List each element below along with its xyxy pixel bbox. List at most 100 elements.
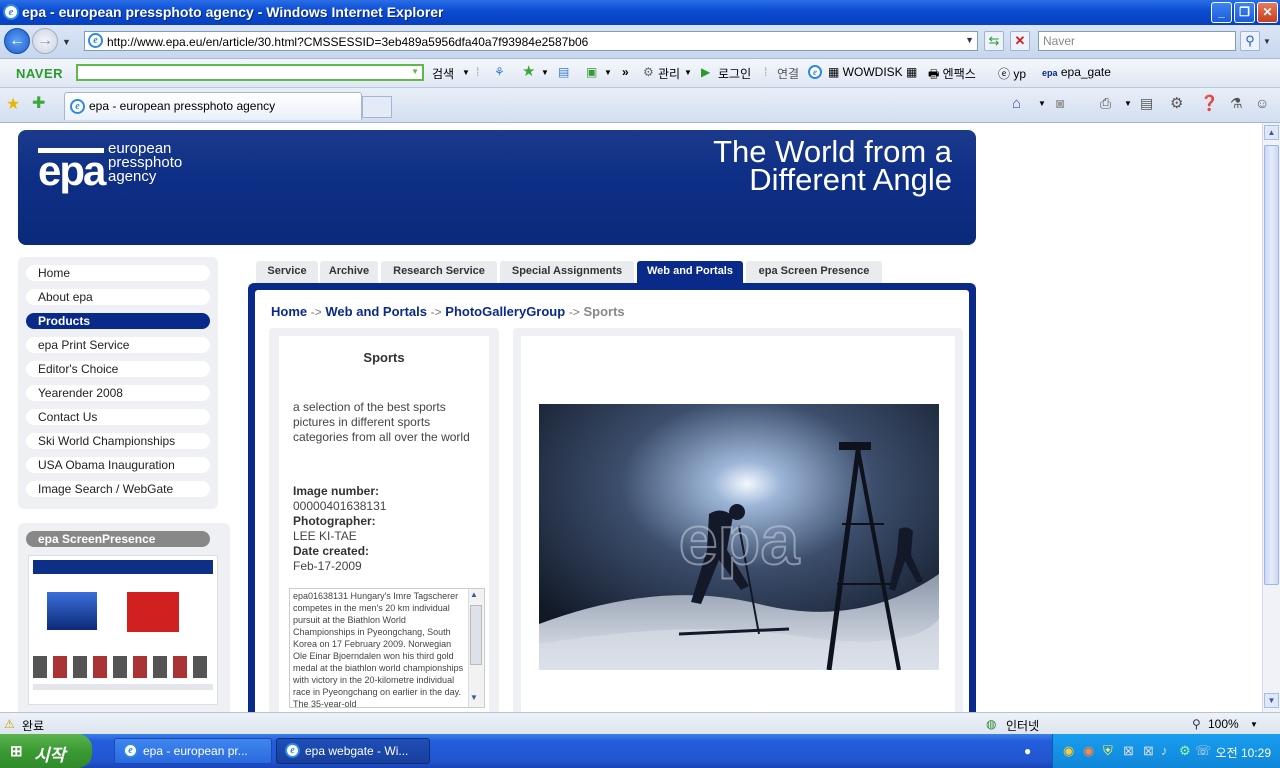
chevron-down-icon[interactable]: ▼ — [462, 68, 470, 77]
login-icon[interactable]: ▶ — [701, 65, 710, 79]
messenger-icon[interactable]: ☺ — [1255, 95, 1269, 111]
window-icon[interactable]: ▣ — [586, 65, 597, 79]
zone-text[interactable]: 인터넷 — [1006, 717, 1039, 734]
nav-item-editors-choice[interactable]: Editor's Choice — [26, 361, 210, 377]
tools-gear-icon[interactable]: ⚙ — [1170, 94, 1183, 112]
close-button[interactable]: ✕ — [1257, 2, 1278, 23]
naver-dropdown-icon[interactable]: ▼ — [411, 67, 419, 76]
epa-gate-link[interactable]: epa epa_gate — [1042, 65, 1111, 79]
status-text: 완료 — [22, 719, 45, 733]
page-menu-icon[interactable]: ▤ — [1140, 95, 1153, 112]
gallery-photo[interactable]: epa — [539, 404, 939, 670]
nav-item-obama[interactable]: USA Obama Inauguration — [26, 457, 210, 473]
caption-scroll-down-icon[interactable]: ▼ — [470, 693, 478, 702]
volume-icon[interactable]: ♪ — [1161, 743, 1168, 758]
address-url: http://www.epa.eu/en/article/30.html?CMS… — [107, 35, 589, 49]
clock[interactable]: 오전 10:29 — [1216, 744, 1271, 761]
nav-item-print-service[interactable]: epa Print Service — [26, 337, 210, 353]
ie-link-icon[interactable]: e — [808, 65, 822, 79]
naver-search-button[interactable]: 검색 — [432, 65, 454, 82]
tab-screen-presence[interactable]: epa Screen Presence — [746, 261, 882, 283]
tray-icon-1[interactable]: ◉ — [1063, 743, 1074, 759]
print-icon[interactable]: ⎙ — [1100, 95, 1111, 112]
chevron-down-icon[interactable]: ▼ — [541, 68, 549, 77]
highlight-icon[interactable]: ⚘ — [494, 65, 505, 79]
caption-scroll-thumb[interactable] — [470, 605, 482, 665]
tray-icon-3[interactable]: ⚙ — [1179, 743, 1191, 759]
search-input[interactable]: Naver — [1038, 31, 1236, 51]
caption-scroll-up-icon[interactable]: ▲ — [470, 590, 478, 599]
search-options-icon[interactable]: ▼ — [1263, 37, 1271, 46]
task-epa-window[interactable]: e epa - european pr... — [114, 738, 272, 764]
network-icon[interactable]: ⊠ — [1123, 743, 1134, 759]
nav-item-about[interactable]: About epa — [26, 289, 210, 305]
refresh-icon[interactable]: ⇆ — [984, 31, 1004, 51]
tray-icon-2[interactable]: ◉ — [1083, 743, 1094, 759]
address-field[interactable]: e http://www.epa.eu/en/article/30.html?C… — [84, 31, 978, 51]
tab-archive[interactable]: Archive — [320, 261, 378, 283]
nav-item-yearender[interactable]: Yearender 2008 — [26, 385, 210, 401]
window-title-bar[interactable]: e epa - european pressphoto agency - Win… — [0, 0, 1280, 25]
network-icon-2[interactable]: ⊠ — [1143, 743, 1154, 759]
nav-item-contact[interactable]: Contact Us — [26, 409, 210, 425]
zoom-level[interactable]: 100% — [1208, 717, 1239, 731]
chevron-down-icon[interactable]: ▼ — [1038, 99, 1046, 108]
scroll-down-icon[interactable]: ▼ — [1264, 693, 1279, 708]
naver-search-input[interactable]: ▼ — [76, 64, 424, 81]
nav-item-image-search[interactable]: Image Search / WebGate — [26, 481, 210, 497]
zoom-dropdown-icon[interactable]: ▼ — [1250, 720, 1258, 729]
nav-item-products[interactable]: Products — [26, 313, 210, 329]
chevron-down-icon[interactable]: ▼ — [1124, 99, 1132, 108]
caption-box[interactable]: epa01638131 Hungary's Imre Tagscherer co… — [289, 588, 485, 708]
scroll-up-icon[interactable]: ▲ — [1264, 125, 1279, 140]
search-icon[interactable]: ⚲ — [1240, 31, 1260, 51]
breadcrumb-gallery-group[interactable]: PhotoGalleryGroup — [445, 304, 565, 319]
nav-item-ski[interactable]: Ski World Championships — [26, 433, 210, 449]
tab-special-assignments[interactable]: Special Assignments — [500, 261, 634, 283]
language-icon[interactable]: ● — [1024, 744, 1031, 758]
breadcrumb-home[interactable]: Home — [271, 304, 307, 319]
more-icon[interactable]: » — [622, 65, 629, 79]
help-icon[interactable]: ❓ — [1200, 94, 1219, 112]
nav-item-home[interactable]: Home — [26, 265, 210, 281]
add-favorite-icon[interactable]: ✚ — [32, 93, 45, 113]
start-button[interactable]: ⊞ 시작 — [0, 734, 92, 768]
scroll-thumb[interactable] — [1264, 145, 1279, 585]
maximize-button[interactable]: ❐ — [1234, 2, 1255, 23]
tab-research-service[interactable]: Research Service — [381, 261, 497, 283]
memo-icon[interactable]: ▤ — [558, 65, 569, 79]
task-webgate-window[interactable]: e epa webgate - Wi... — [276, 738, 430, 764]
zoom-icon[interactable]: ⚲ — [1192, 717, 1201, 731]
page-scrollbar[interactable]: ▲ ▼ — [1262, 123, 1280, 712]
login-button[interactable]: 로그인 — [718, 65, 751, 82]
new-tab-button[interactable] — [362, 96, 392, 118]
research-icon[interactable]: ⚗ — [1230, 95, 1243, 112]
address-dropdown-icon[interactable]: ▼ — [965, 35, 974, 45]
screen-presence-header[interactable]: epa ScreenPresence — [26, 531, 210, 547]
gear-icon[interactable]: ⚙ — [643, 65, 654, 79]
enpax-link[interactable]: 🖶 엔팩스 — [928, 65, 976, 86]
epa-logo[interactable]: epa — [38, 150, 106, 192]
screen-presence-thumbnail[interactable] — [28, 555, 218, 705]
shield-icon[interactable]: ⛨ — [1103, 743, 1113, 759]
stop-icon[interactable]: ✕ — [1010, 31, 1030, 51]
forward-button[interactable]: → — [32, 28, 58, 54]
caption-scrollbar[interactable]: ▲ ▼ — [468, 589, 484, 707]
wowdisk-link[interactable]: ▦ WOWDISK ▦ — [828, 65, 917, 79]
minimize-button[interactable]: _ — [1211, 2, 1232, 23]
favorite-star-icon[interactable]: ★ — [522, 62, 535, 80]
tab-epa[interactable]: e epa - european pressphoto agency — [64, 92, 362, 120]
tab-web-and-portals[interactable]: Web and Portals — [637, 261, 743, 283]
phone-icon[interactable]: ☏ — [1195, 743, 1211, 759]
back-button[interactable]: ← — [4, 28, 30, 54]
yp-link[interactable]: ⓔ yp — [998, 65, 1026, 82]
chevron-down-icon[interactable]: ▼ — [684, 68, 692, 77]
chevron-down-icon[interactable]: ▼ — [604, 68, 612, 77]
home-icon[interactable]: ⌂ — [1012, 95, 1021, 112]
manage-button[interactable]: 관리 — [658, 65, 680, 82]
history-dropdown-icon[interactable]: ▼ — [62, 37, 71, 47]
feeds-icon[interactable]: ◙ — [1056, 95, 1064, 111]
breadcrumb-web-portals[interactable]: Web and Portals — [325, 304, 427, 319]
favorites-star-icon[interactable]: ★ — [6, 94, 20, 114]
tab-service[interactable]: Service — [256, 261, 318, 283]
